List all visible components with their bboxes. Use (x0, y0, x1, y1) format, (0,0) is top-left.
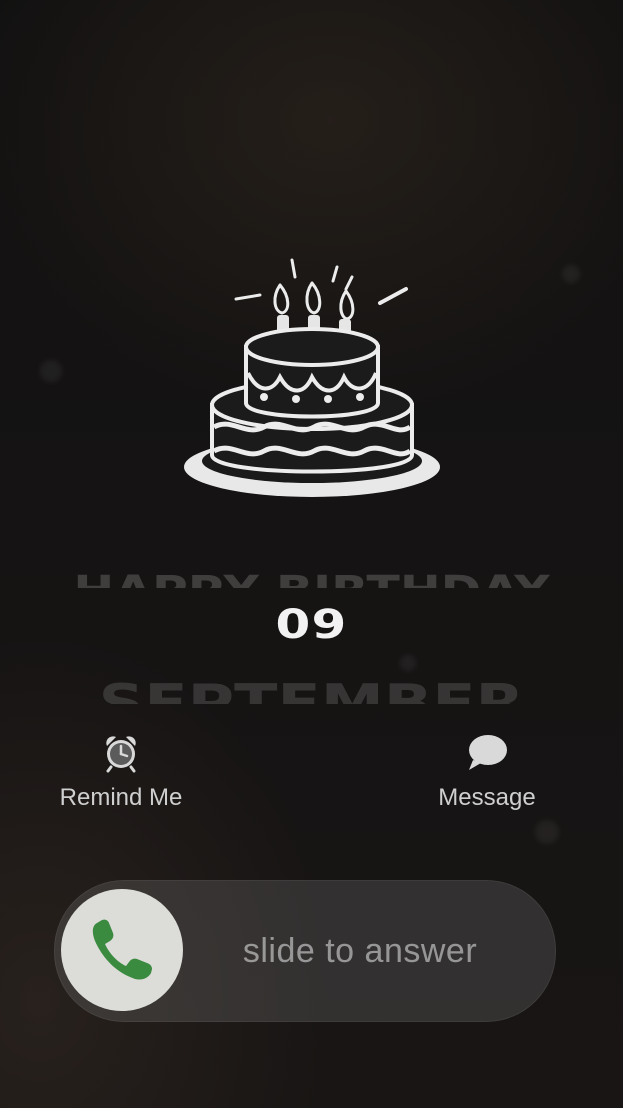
slide-to-answer-track[interactable]: slide to answer (54, 880, 556, 1022)
answer-knob[interactable] (61, 889, 183, 1011)
remind-me-label: Remind Me (59, 784, 183, 811)
alarm-clock-icon (106, 736, 136, 773)
bokeh-light (535, 820, 559, 844)
speech-bubble-icon (469, 735, 507, 770)
message-button[interactable]: Message (402, 730, 572, 812)
bokeh-light (40, 360, 62, 382)
phone-icon (92, 919, 152, 980)
slide-to-answer-label: slide to answer (242, 932, 478, 970)
remind-me-button[interactable]: Remind Me (36, 730, 206, 812)
happy-birthday-heading: HAPPY BIRTHDAY (0, 556, 623, 588)
incoming-call-screen: HAPPY BIRTHDAY 09 SEPTEMBER Remind Me Me… (0, 0, 623, 1108)
birthday-date: 09 (275, 602, 348, 648)
bokeh-light (562, 265, 580, 283)
birthday-month: SEPTEMBER (98, 674, 525, 704)
message-label: Message (438, 784, 536, 811)
birthday-cake-icon (184, 258, 440, 497)
